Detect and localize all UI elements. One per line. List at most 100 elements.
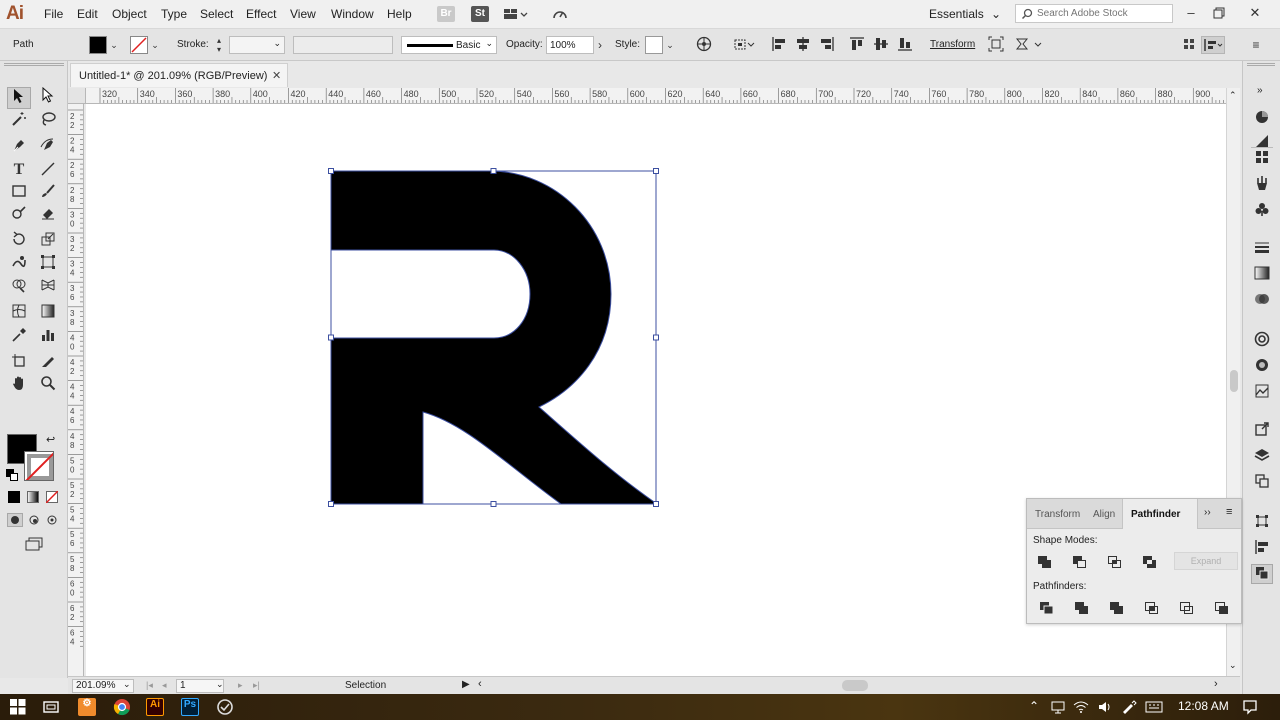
horizontal-align-left-icon[interactable] bbox=[770, 36, 788, 54]
keyboard-icon[interactable] bbox=[1145, 700, 1163, 717]
eraser-tool-icon[interactable] bbox=[36, 205, 60, 227]
intersect-icon[interactable] bbox=[1106, 554, 1124, 570]
vertical-scroll-thumb[interactable] bbox=[1230, 370, 1238, 392]
unite-icon[interactable] bbox=[1036, 554, 1054, 570]
vertical-align-top-icon[interactable] bbox=[848, 36, 866, 54]
line-segment-tool-icon[interactable] bbox=[36, 161, 60, 183]
tab-pathfinder[interactable]: Pathfinder bbox=[1122, 499, 1198, 529]
scroll-down-arrow-icon[interactable]: ⌄ bbox=[1229, 660, 1237, 671]
gradient-panel-icon[interactable] bbox=[1251, 265, 1273, 285]
transparency-panel-icon[interactable] bbox=[1251, 291, 1273, 311]
paintbrush-tool-icon[interactable] bbox=[36, 183, 60, 205]
selection-handle[interactable] bbox=[490, 501, 497, 507]
arrange-documents-icon[interactable] bbox=[502, 6, 528, 22]
shape-builder-tool-icon[interactable] bbox=[7, 277, 31, 299]
panel-menu-icon[interactable]: ≡ bbox=[1226, 506, 1232, 518]
slice-tool-icon[interactable] bbox=[36, 353, 60, 375]
pen-icon[interactable] bbox=[1121, 700, 1137, 717]
align-panel-icon[interactable] bbox=[1251, 539, 1273, 559]
outline-icon[interactable] bbox=[1178, 600, 1196, 616]
free-transform-tool-icon[interactable] bbox=[36, 254, 60, 276]
pen-tool-icon[interactable] bbox=[7, 137, 31, 159]
expand-button[interactable]: Expand bbox=[1174, 552, 1238, 570]
curvature-tool-icon[interactable] bbox=[36, 137, 60, 159]
menu-object[interactable]: Object bbox=[112, 7, 147, 21]
type-tool-icon[interactable]: T bbox=[7, 161, 31, 183]
scroll-left-arrow-icon[interactable]: ‹ bbox=[478, 678, 482, 690]
opacity-field[interactable]: 100% bbox=[546, 36, 594, 54]
stroke-color-box[interactable] bbox=[24, 451, 54, 481]
bridge-icon[interactable]: Br bbox=[437, 6, 455, 22]
selection-handle[interactable] bbox=[653, 501, 659, 507]
control-panel-menu-icon[interactable]: ≡ bbox=[1247, 36, 1265, 54]
last-artboard-icon[interactable]: ▸| bbox=[253, 680, 260, 691]
color-mode-icon[interactable] bbox=[8, 491, 20, 503]
magic-wand-tool-icon[interactable] bbox=[7, 111, 31, 133]
pathfinder-panel-icon[interactable] bbox=[1251, 564, 1273, 584]
transform-panel-icon[interactable] bbox=[1251, 513, 1273, 533]
photoshop-icon[interactable]: Ps bbox=[181, 698, 199, 716]
symbols-panel-icon[interactable] bbox=[1251, 201, 1273, 221]
stock-search-input[interactable] bbox=[1037, 6, 1167, 21]
graphic-styles-panel-icon[interactable] bbox=[1251, 357, 1273, 377]
appearance-panel-icon[interactable] bbox=[1251, 331, 1273, 351]
previous-artboard-icon[interactable]: ◂ bbox=[162, 680, 167, 691]
transform-link[interactable]: Transform bbox=[930, 39, 975, 50]
selection-handle[interactable] bbox=[490, 168, 497, 174]
horizontal-align-center-icon[interactable] bbox=[794, 36, 812, 54]
system-clock[interactable]: 12:08 AM bbox=[1178, 699, 1229, 713]
illustrator-icon[interactable]: Ai bbox=[146, 698, 164, 716]
crop-icon[interactable] bbox=[1143, 600, 1161, 616]
change-screen-mode-icon[interactable] bbox=[24, 537, 44, 551]
exclude-icon[interactable] bbox=[1141, 554, 1159, 570]
minimize-icon[interactable]: – bbox=[1180, 4, 1202, 22]
chevron-right-icon[interactable]: › bbox=[594, 36, 606, 54]
tab-transform[interactable]: Transform bbox=[1035, 509, 1080, 520]
tab-align[interactable]: Align bbox=[1093, 509, 1115, 520]
color-panel-icon[interactable] bbox=[1251, 109, 1273, 129]
restore-icon[interactable] bbox=[1208, 4, 1230, 22]
hand-tool-icon[interactable] bbox=[7, 375, 31, 397]
brushes-panel-icon[interactable] bbox=[1251, 175, 1273, 195]
stroke-dropdown-chevron-icon[interactable]: ⌄ bbox=[149, 36, 161, 54]
workspace-layout-icon[interactable] bbox=[1201, 36, 1225, 54]
fill-dropdown-chevron-icon[interactable]: ⌄ bbox=[108, 36, 120, 54]
stock-search-box[interactable] bbox=[1015, 4, 1173, 23]
next-artboard-icon[interactable]: ▸ bbox=[238, 680, 243, 691]
letter-r-path[interactable] bbox=[330, 170, 659, 505]
gpu-performance-icon[interactable] bbox=[551, 6, 569, 22]
menu-select[interactable]: Select bbox=[200, 7, 233, 21]
mesh-tool-icon[interactable] bbox=[7, 303, 31, 325]
perspective-grid-tool-icon[interactable] bbox=[36, 277, 60, 299]
minus-front-icon[interactable] bbox=[1071, 554, 1089, 570]
close-icon[interactable]: ✕ bbox=[272, 69, 281, 82]
layers-panel-icon[interactable] bbox=[1251, 447, 1273, 467]
stroke-panel-icon[interactable] bbox=[1251, 239, 1273, 259]
horizontal-scroll-thumb[interactable] bbox=[842, 680, 868, 691]
stroke-weight-stepper[interactable]: ▴ ▾ bbox=[212, 36, 226, 54]
vertical-align-bottom-icon[interactable] bbox=[896, 36, 914, 54]
swatches-panel-icon[interactable] bbox=[1251, 149, 1273, 169]
default-fill-stroke-icon[interactable] bbox=[6, 469, 18, 481]
lasso-tool-icon[interactable] bbox=[36, 111, 60, 133]
network-icon[interactable] bbox=[1050, 700, 1066, 717]
isolate-selected-object-icon[interactable] bbox=[987, 36, 1005, 54]
tray-chevron-up-icon[interactable]: ⌃ bbox=[1029, 699, 1039, 713]
swap-fill-stroke-icon[interactable]: ↩ bbox=[46, 433, 55, 446]
graphic-style-swatch[interactable] bbox=[645, 36, 663, 54]
shaper-tool-icon[interactable] bbox=[7, 205, 31, 227]
horizontal-align-right-icon[interactable] bbox=[818, 36, 836, 54]
menu-effect[interactable]: Effect bbox=[246, 7, 276, 21]
horizontal-ruler[interactable]: 320 340 360 380 400 420 440 460 480 500 520 540 560 5… bbox=[86, 88, 1226, 104]
selection-handle[interactable] bbox=[653, 168, 659, 174]
rotate-tool-icon[interactable] bbox=[7, 231, 31, 253]
eyedropper-tool-icon[interactable] bbox=[7, 327, 31, 349]
variable-width-profile[interactable] bbox=[293, 36, 393, 54]
collapse-panels-icon[interactable]: » bbox=[1257, 85, 1263, 96]
trim-icon[interactable] bbox=[1073, 600, 1091, 616]
wifi-icon[interactable] bbox=[1073, 700, 1089, 717]
chevron-down-icon[interactable]: ⌄ bbox=[664, 36, 676, 54]
task-view-icon[interactable] bbox=[42, 699, 60, 718]
menu-edit[interactable]: Edit bbox=[77, 7, 98, 21]
align-to-selection-icon[interactable] bbox=[733, 36, 755, 54]
